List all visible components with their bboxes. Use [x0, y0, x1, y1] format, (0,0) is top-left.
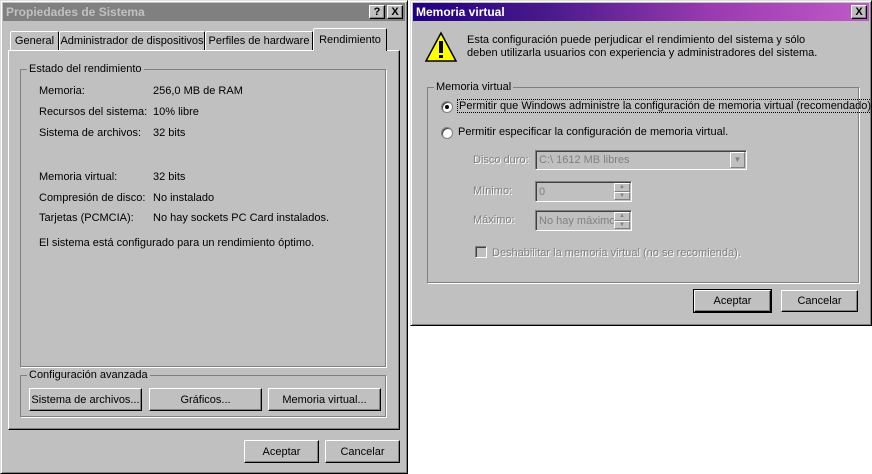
help-button[interactable]: ? [369, 5, 385, 19]
warning-text: Esta configuración puede perjudicar el r… [467, 34, 818, 59]
disk-label: Disco duro: [473, 154, 529, 166]
window-title: Propiedades de Sistema [6, 5, 145, 19]
cancel-button[interactable]: Cancelar [325, 440, 400, 463]
system-resources-value: 10% libre [153, 106, 199, 118]
maximum-label: Máximo: [473, 214, 515, 226]
status-message: El sistema está configurado para un rend… [39, 237, 315, 249]
minimum-input[interactable]: 0 ▲ ▼ [535, 181, 632, 202]
cancel-button[interactable]: Cancelar [781, 290, 858, 312]
spin-down-icon[interactable]: ▼ [614, 220, 630, 229]
warning-icon [424, 31, 458, 62]
dialog-title: Memoria virtual [416, 5, 505, 19]
option-manual-radio[interactable] [441, 127, 453, 139]
spin-down-icon[interactable]: ▼ [614, 191, 630, 200]
maximum-value: No hay máximo [539, 214, 616, 227]
disable-virtual-memory-label: Deshabilitar la memoria virtual (no se r… [492, 247, 741, 259]
virtual-memory-value: 32 bits [153, 171, 186, 183]
memory-value: 256,0 MB de RAM [153, 85, 243, 97]
minimum-value: 0 [539, 185, 546, 198]
virtual-memory-titlebar[interactable]: Memoria virtual X [413, 3, 869, 21]
dropdown-arrow-icon[interactable]: ▼ [730, 152, 745, 168]
option-auto[interactable]: Permitir que Windows administre la confi… [441, 99, 872, 115]
tab-device-manager[interactable]: Administrador de dispositivos [59, 31, 205, 51]
disk-select-value: C:\ 1612 MB libres [539, 154, 630, 166]
tab-hardware-profiles[interactable]: Perfiles de hardware [205, 31, 313, 51]
disable-virtual-memory-checkbox[interactable] [475, 246, 487, 258]
virtual-memory-dialog: Memoria virtual X Esta configuración pue… [410, 0, 872, 326]
pcmcia-label: Tarjetas (PCMCIA): [39, 212, 134, 224]
file-system-label: Sistema de archivos: [39, 127, 142, 139]
pcmcia-value: No hay sockets PC Card instalados. [153, 212, 330, 224]
minimum-spinner[interactable]: ▲ ▼ [614, 183, 630, 200]
disk-compression-label: Compresión de disco: [39, 192, 146, 204]
spin-up-icon[interactable]: ▲ [614, 183, 630, 192]
tab-label: Rendimiento [319, 34, 381, 46]
tab-general[interactable]: General [10, 31, 59, 51]
maximum-spinner[interactable]: ▲ ▼ [614, 212, 630, 229]
close-button[interactable]: X [851, 5, 867, 19]
spin-up-icon[interactable]: ▲ [614, 212, 630, 221]
system-resources-label: Recursos del sistema: [39, 106, 148, 118]
option-manual[interactable]: Permitir especificar la configuración de… [441, 125, 741, 141]
virtual-memory-label: Memoria virtual: [39, 171, 118, 183]
close-button[interactable]: X [387, 5, 403, 19]
tab-label: Perfiles de hardware [208, 35, 310, 47]
disk-compression-value: No instalado [153, 192, 215, 204]
disk-select[interactable]: C:\ 1612 MB libres ▼ [535, 150, 747, 170]
graphics-button[interactable]: Gráficos... [149, 388, 262, 411]
tab-label: Administrador de dispositivos [60, 35, 204, 47]
tab-performance[interactable]: Rendimiento [313, 28, 387, 51]
file-system-value: 32 bits [153, 127, 186, 139]
maximum-input[interactable]: No hay máximo ▲ ▼ [535, 210, 632, 231]
group-title: Memoria virtual [434, 81, 514, 93]
file-system-button[interactable]: Sistema de archivos... [29, 388, 142, 411]
ok-button[interactable]: Aceptar [693, 289, 772, 313]
group-title: Estado del rendimiento [27, 63, 144, 75]
minimum-label: Mínimo: [473, 185, 513, 197]
tab-label: General [14, 35, 55, 47]
memory-label: Memoria: [39, 85, 85, 97]
virtual-memory-button[interactable]: Memoria virtual... [268, 388, 381, 411]
option-auto-radio[interactable] [441, 101, 453, 113]
performance-panel: Estado del rendimiento Memoria: 256,0 MB… [8, 50, 400, 430]
system-properties-titlebar[interactable]: Propiedades de Sistema ? X [3, 3, 405, 21]
option-auto-label: Permitir que Windows administre la confi… [456, 99, 872, 113]
group-title: Configuración avanzada [27, 369, 150, 381]
system-properties-window: Propiedades de Sistema ? X General Admin… [0, 0, 408, 474]
option-manual-label: Permitir especificar la configuración de… [458, 126, 729, 138]
ok-button[interactable]: Aceptar [244, 440, 319, 463]
